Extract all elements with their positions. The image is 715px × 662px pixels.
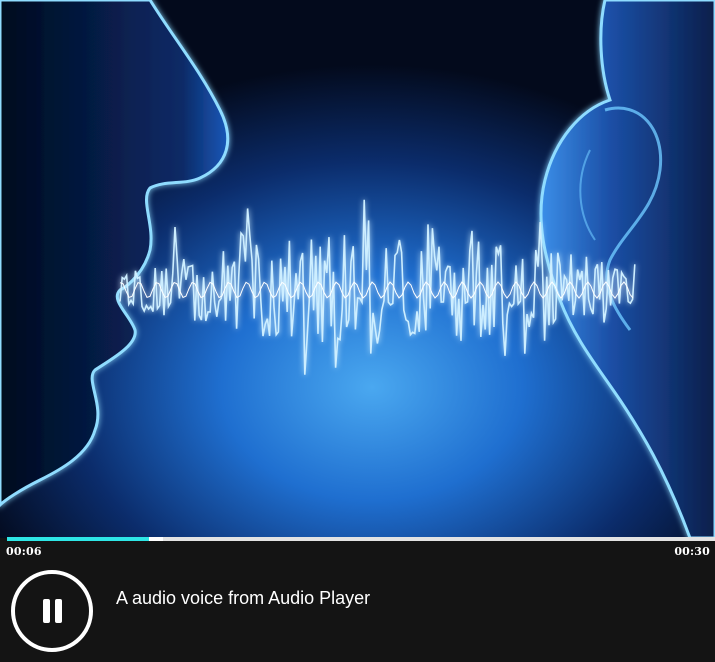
pause-button[interactable] [11,570,93,652]
current-time: 00:06 [6,545,42,558]
progress-handle[interactable] [149,537,163,541]
progress-bar[interactable] [7,537,715,541]
track-title: A audio voice from Audio Player [116,588,371,608]
total-time: 00:30 [674,545,710,558]
audio-player: 00:06 00:30 A audio voice from Audio Pla… [0,0,715,662]
artwork-image [0,0,715,538]
progress-fill [7,537,149,541]
